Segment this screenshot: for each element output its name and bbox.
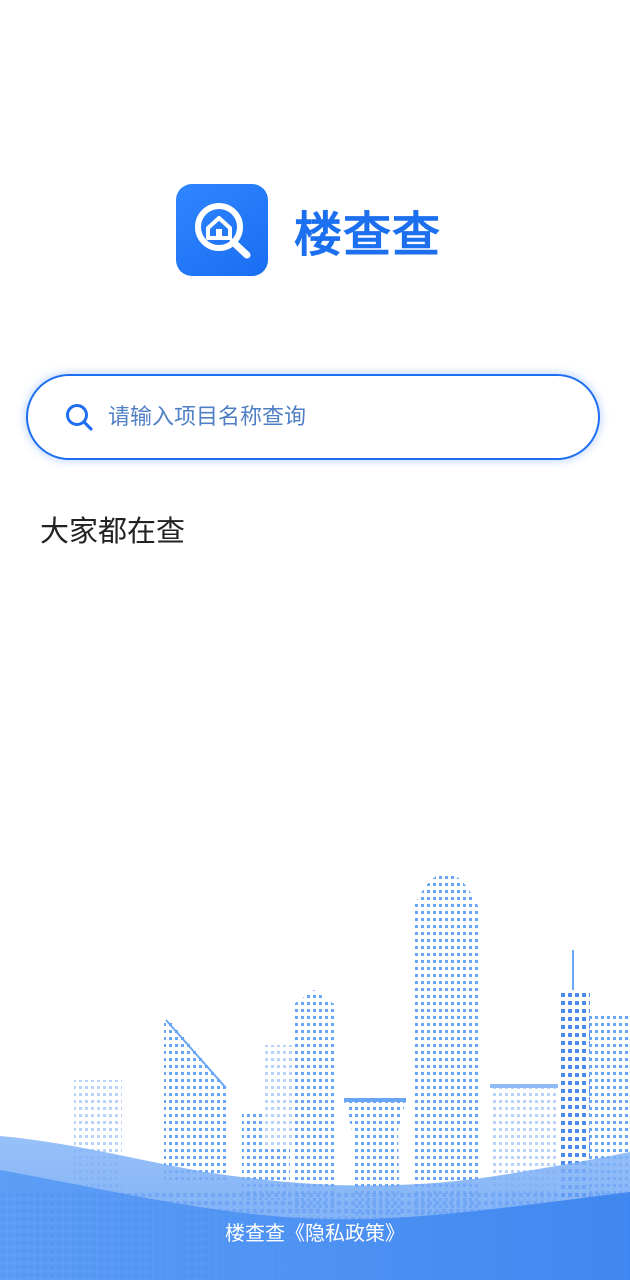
app-name: 楼查查 [294,207,442,263]
footer-brand: 楼查查 [225,1221,285,1245]
home-screen: 楼查查 大家都在查 [0,0,630,1280]
search-bar[interactable] [26,374,600,460]
house-search-icon [176,184,268,276]
search-input[interactable] [106,403,570,431]
privacy-policy-link[interactable]: 《隐私政策》 [285,1221,405,1245]
footer: 楼查查《隐私政策》 [0,1217,630,1246]
search-icon [64,402,94,432]
app-logo: 楼查查 [176,184,441,276]
popular-searches-heading: 大家都在查 [40,514,186,548]
city-skyline-illustration [0,873,630,1280]
